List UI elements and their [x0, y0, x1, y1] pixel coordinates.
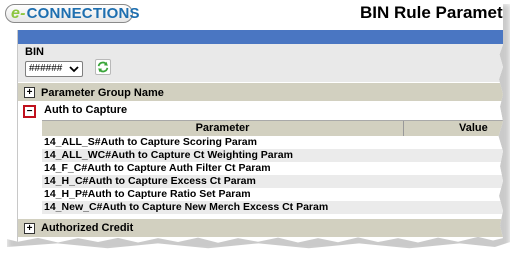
parameter-table-header: Parameter Value	[42, 120, 503, 136]
bin-select-value: ######	[29, 63, 63, 74]
parameter-group-header-label: Parameter Group Name	[41, 87, 164, 99]
bin-filter-section: BIN ######	[18, 44, 503, 82]
table-row[interactable]: 14_F_C#Auth to Capture Auth Filter Ct Pa…	[42, 162, 503, 175]
table-row[interactable]: 14_H_P#Auth to Capture Ratio Set Param	[42, 188, 503, 201]
title-bar	[18, 30, 503, 44]
parameter-table: Parameter Value 14_ALL_S#Auth to Capture…	[42, 120, 503, 214]
app-header: e- CONNECTIONS BIN Rule Paramete	[3, 0, 503, 27]
expand-all-button[interactable]: +	[24, 87, 35, 98]
plus-box-icon: +	[26, 87, 33, 98]
parameter-group-header: + Parameter Group Name	[18, 82, 503, 102]
bin-label: BIN	[25, 46, 44, 58]
refresh-icon	[97, 61, 109, 73]
col-value-header: Value	[459, 122, 488, 134]
table-row[interactable]: 14_ALL_S#Auth to Capture Scoring Param	[42, 136, 503, 149]
logo-text: CONNECTIONS	[26, 5, 140, 22]
page-title: BIN Rule Paramete	[360, 3, 503, 22]
group-authorized-credit-label: Authorized Credit	[41, 222, 134, 234]
app-logo: e- CONNECTIONS	[5, 4, 139, 23]
screenshot-frame: e- CONNECTIONS BIN Rule Paramete BIN ###…	[3, 0, 503, 243]
plus-box-icon: +	[26, 223, 33, 234]
group-auth-to-capture[interactable]: − Auth to Capture	[18, 102, 503, 118]
parameter-table-body: 14_ALL_S#Auth to Capture Scoring Param 1…	[42, 136, 503, 214]
minus-box-icon: −	[26, 106, 33, 117]
refresh-button[interactable]	[95, 59, 111, 75]
chevron-down-icon	[69, 66, 79, 73]
table-row[interactable]: 14_H_C#Auth to Capture Excess Ct Param	[42, 175, 503, 188]
bin-select[interactable]: ######	[25, 61, 83, 77]
table-row[interactable]: 14_ALL_WC#Auth to Capture Ct Weighting P…	[42, 149, 503, 162]
group-auth-to-capture-label: Auth to Capture	[44, 104, 128, 116]
logo-prefix: e-	[11, 4, 26, 22]
collapse-button[interactable]: −	[23, 105, 36, 118]
main-content: BIN ###### + Parameter Group Name − Auth…	[17, 30, 503, 243]
table-row[interactable]: 14_New_C#Auth to Capture New Merch Exces…	[42, 201, 503, 214]
expand-button[interactable]: +	[24, 223, 35, 234]
col-parameter-header: Parameter	[42, 121, 404, 136]
group-authorized-credit[interactable]: + Authorized Credit	[18, 219, 503, 237]
